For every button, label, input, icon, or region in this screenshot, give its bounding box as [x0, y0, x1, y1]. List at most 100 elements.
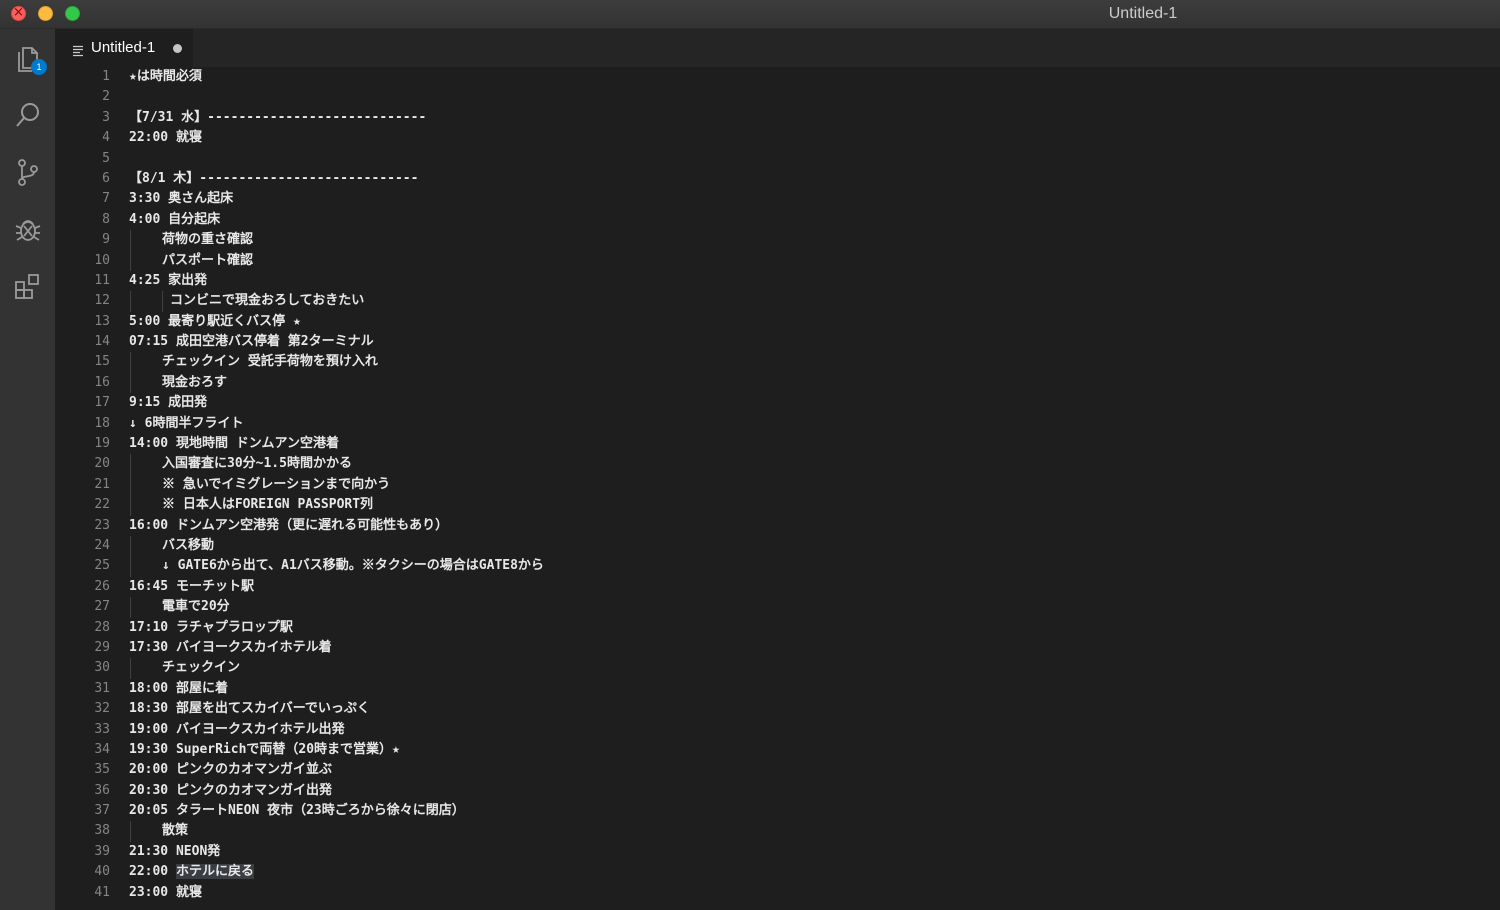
code-line[interactable]: チェックイン 受託手荷物を預け入れ [129, 352, 1500, 374]
line-number: 5 [102, 150, 110, 166]
line-number: 39 [94, 843, 110, 859]
line-number: 12 [94, 293, 110, 309]
code-line[interactable]: 4:00 自分起床 [129, 210, 1500, 230]
code-line[interactable]: 【8/1 木】---------------------------- [129, 169, 1500, 189]
activity-bar: 1 [0, 29, 55, 910]
line-number: 11 [94, 272, 110, 288]
code-line-text: ★は時間必須 [129, 69, 202, 84]
code-line-text: 18:30 部屋を出てスカイバーでいっぷく [129, 701, 370, 717]
code-line[interactable]: ★は時間必須 [129, 67, 1500, 87]
code-line-text: 9:15 成田発 [129, 395, 208, 411]
line-number: 9 [102, 232, 110, 248]
code-line-text: 16:00 ドンムアン空港発（更に遅れる可能性もあり） [129, 517, 449, 533]
code-line-text: 散策 [162, 823, 189, 839]
code-line[interactable]: ※ 急いでイミグレーションまで向かう [129, 474, 1500, 496]
code-line-text: 23:00 就寝 [129, 884, 202, 900]
code-line-text: 4:00 自分起床 [129, 211, 221, 227]
line-number: 18 [94, 415, 110, 431]
code-line-text: 20:30 ピンクのカオマンガイ出発 [129, 782, 332, 798]
code-line-text: ↓ GATE6から出て、A1バス移動。※タクシーの場合はGATE8から [162, 558, 544, 574]
code-line[interactable]: 【7/31 水】---------------------------- [129, 108, 1500, 128]
code-line[interactable]: 16:00 ドンムアン空港発（更に遅れる可能性もあり） [129, 516, 1500, 536]
code-line-text: 07:15 成田空港バス停着 第2ターミナル [129, 334, 374, 350]
debug-icon [13, 214, 43, 244]
code-line[interactable]: パスポート確認 [129, 250, 1500, 272]
code-line[interactable]: 22:00 ホテルに戻る [129, 862, 1500, 882]
line-number: 36 [94, 782, 110, 798]
code-line[interactable]: ↓ 6時間半フライト [129, 414, 1500, 434]
code-line[interactable]: 21:30 NEON発 [129, 842, 1500, 862]
code-line[interactable]: 14:00 現地時間 ドンムアン空港着 [129, 434, 1500, 454]
source-control-icon [14, 157, 42, 187]
activity-debug[interactable] [0, 200, 55, 257]
code-line-text: 入国審査に30分~1.5時間かかる [162, 456, 352, 472]
code-line[interactable]: 18:00 部屋に着 [129, 679, 1500, 699]
code-line[interactable]: バス移動 [129, 535, 1500, 557]
line-number: 33 [94, 721, 110, 737]
code-line[interactable]: 5:00 最寄り駅近くバス停 ★ [129, 312, 1500, 332]
code-line-text: 電車で20分 [162, 599, 230, 615]
code-line[interactable]: ※ 日本人はFOREIGN PASSPORT列 [129, 495, 1500, 516]
code-line[interactable]: 20:00 ピンクのカオマンガイ並ぶ [129, 760, 1500, 780]
code-line-text: 4:25 家出発 [129, 272, 208, 288]
code-line[interactable]: 07:15 成田空港バス停着 第2ターミナル [129, 332, 1500, 352]
code-line[interactable]: 18:30 部屋を出てスカイバーでいっぷく [129, 699, 1500, 719]
line-number: 31 [94, 680, 110, 696]
code-line[interactable]: 散策 [129, 821, 1500, 843]
line-number: 10 [94, 252, 110, 268]
code-line[interactable]: コンビニで現金おろしておきたい [129, 291, 1500, 313]
activity-explorer[interactable]: 1 [0, 29, 55, 86]
line-number: 30 [94, 660, 110, 676]
selection-highlight: ホテルに戻る [175, 864, 254, 880]
code-line-text: 3:30 奥さん起床 [129, 191, 234, 207]
activity-extensions[interactable] [0, 257, 55, 314]
code-line[interactable]: 19:00 バイヨークスカイホテル出発 [129, 720, 1500, 740]
code-line-text: チェックイン 受託手荷物を預け入れ [162, 354, 378, 370]
code-line-text: 22:00 就寝 [129, 130, 202, 146]
code-line[interactable]: 19:30 SuperRichで両替（20時まで営業）★ [129, 740, 1500, 760]
code-line-text: 14:00 現地時間 ドンムアン空港着 [129, 436, 340, 452]
code-line[interactable]: 荷物の重さ確認 [129, 230, 1500, 251]
line-number: 14 [94, 334, 110, 350]
activity-source-control[interactable] [0, 143, 55, 200]
code-line[interactable]: 現金おろす [129, 372, 1500, 394]
code-line[interactable]: 9:15 成田発 [129, 393, 1500, 413]
code-line[interactable]: 17:10 ラチャプラロップ駅 [129, 618, 1500, 638]
activity-search[interactable] [0, 86, 55, 143]
code-line[interactable]: 電車で20分 [129, 597, 1500, 618]
unsaved-dot-icon[interactable] [173, 44, 182, 53]
code-line[interactable]: ↓ GATE6から出て、A1バス移動。※タクシーの場合はGATE8から [129, 556, 1500, 578]
code-line-text: 21:30 NEON発 [129, 843, 221, 859]
title-bar: Untitled-1 [0, 0, 1500, 29]
editor-content[interactable]: ★は時間必須【7/31 水】--------------------------… [129, 67, 1500, 903]
line-number: 20 [94, 456, 110, 472]
tab-untitled-1[interactable]: Untitled-1 [55, 29, 193, 67]
line-number: 38 [94, 823, 110, 839]
line-number: 25 [94, 558, 110, 574]
line-number: 21 [94, 476, 110, 492]
code-line[interactable]: 入国審査に30分~1.5時間かかる [129, 454, 1500, 476]
code-line[interactable] [129, 87, 1500, 107]
code-line[interactable]: 23:00 就寝 [129, 883, 1500, 903]
code-line[interactable]: 16:45 モーチット駅 [129, 577, 1500, 597]
code-line[interactable]: 20:30 ピンクのカオマンガイ出発 [129, 781, 1500, 801]
code-line-text: ※ 日本人はFOREIGN PASSPORT列 [162, 497, 374, 513]
line-number: 13 [94, 313, 110, 329]
code-line-text: 19:30 SuperRichで両替（20時まで営業）★ [129, 741, 400, 757]
code-line[interactable]: 4:25 家出発 [129, 271, 1500, 291]
code-line-text: 現金おろす [162, 374, 228, 390]
line-number: 29 [94, 639, 110, 655]
code-line[interactable]: 22:00 就寝 [129, 128, 1500, 148]
code-line[interactable]: チェックイン [129, 658, 1500, 680]
line-number: 15 [94, 354, 110, 370]
code-line[interactable]: 20:05 タラートNEON 夜市（23時ごろから徐々に閉店） [129, 801, 1500, 821]
line-number: 7 [102, 191, 110, 207]
code-line[interactable] [129, 149, 1500, 169]
search-icon [13, 100, 43, 130]
code-line-text: 荷物の重さ確認 [162, 232, 254, 248]
code-line-text: 20:00 ピンクのカオマンガイ並ぶ [129, 762, 332, 778]
code-line[interactable]: 17:30 バイヨークスカイホテル着 [129, 638, 1500, 658]
code-line[interactable]: 3:30 奥さん起床 [129, 189, 1500, 209]
code-line-text: 16:45 モーチット駅 [129, 578, 254, 594]
editor[interactable]: 1 2 3 4 5 6 7 8 9 10 11 12 13 14 15 16 17 18 19 20 21 22 23 24 2… [55, 67, 1500, 910]
